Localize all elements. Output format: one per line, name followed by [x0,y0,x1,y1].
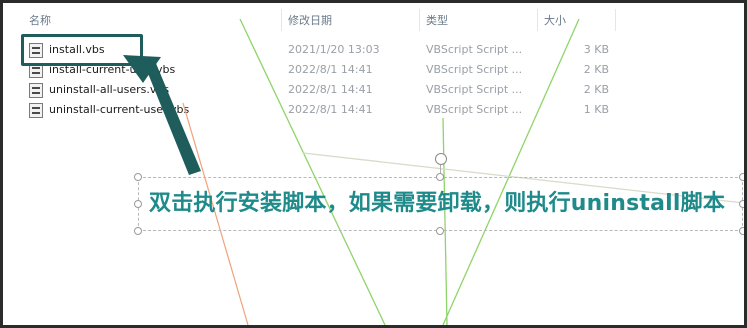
annotation-text[interactable]: 双击执行安装脚本，如果需要卸载，则执行uninstall脚本 [149,185,725,223]
rotate-handle[interactable] [435,153,447,165]
resize-handle[interactable] [739,200,744,208]
annotation-lines [123,18,744,325]
resize-handle[interactable] [739,173,744,181]
resize-handle[interactable] [739,227,744,235]
explorer-window: 名称 修改日期 类型 大小 install.vbs 2021/1/20 13:0… [0,0,747,328]
resize-handle[interactable] [436,227,444,235]
pointer-arrow-shaft [143,61,201,175]
resize-handle[interactable] [436,173,444,181]
green-guide-line [442,18,580,325]
resize-handle[interactable] [134,173,142,181]
resize-handle[interactable] [134,227,142,235]
green-guide-line [239,18,386,325]
resize-handle[interactable] [134,200,142,208]
